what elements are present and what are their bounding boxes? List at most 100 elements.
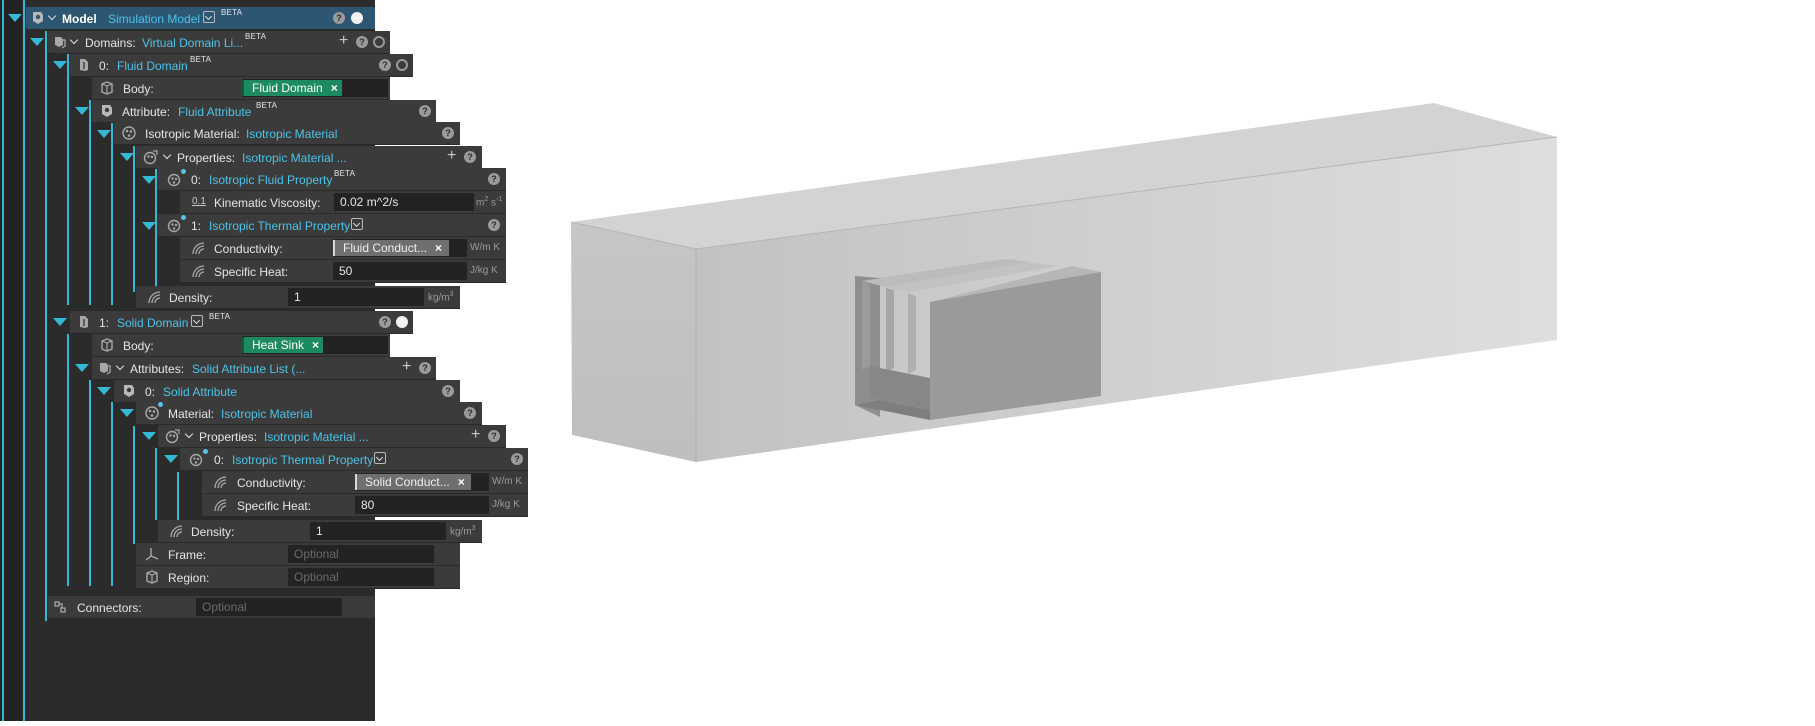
isotropic-material-link[interactable]: Isotropic Material (221, 407, 312, 421)
add-property-icon[interactable]: + (471, 426, 480, 444)
domains-row[interactable]: Domains: Virtual Domain Li... BETA + ? (48, 31, 390, 54)
body-chip[interactable]: Fluid Domain × (242, 80, 342, 96)
collapse-triangle-icon[interactable] (75, 364, 89, 372)
add-domain-icon[interactable]: + (339, 32, 348, 50)
tree-guide-line (2, 0, 4, 721)
solid-attribute-list-link[interactable]: Solid Attribute List (... (192, 362, 305, 376)
conductivity-selector[interactable]: Solid Conduct... × (355, 473, 489, 491)
properties-link[interactable]: Isotropic Material ... (264, 430, 369, 444)
properties-link[interactable]: Isotropic Material ... (242, 151, 347, 165)
model-row[interactable]: Model Simulation Model BETA ? (26, 7, 375, 30)
solid-thermal-property-row[interactable]: 0: Isotropic Thermal Property ? (180, 448, 528, 471)
collapse-triangle-icon[interactable] (97, 387, 111, 395)
isotropic-thermal-property-link[interactable]: Isotropic Thermal Property (209, 219, 350, 233)
isotropic-fluid-property-link[interactable]: Isotropic Fluid Property (209, 173, 332, 187)
density-input[interactable]: 1 (288, 288, 424, 306)
collapse-triangle-icon[interactable] (164, 455, 178, 463)
expand-chevron-icon[interactable] (115, 361, 125, 371)
conductivity-chip[interactable]: Solid Conduct... × (355, 474, 471, 490)
fluid-material-row[interactable]: Isotropic Material: Isotropic Material ? (114, 122, 460, 145)
solid-attribute-link[interactable]: Solid Attribute (163, 385, 237, 399)
frame-input[interactable]: Optional (288, 545, 434, 563)
help-icon[interactable]: ? (464, 151, 476, 163)
help-icon[interactable]: ? (511, 453, 523, 465)
collapse-triangle-icon[interactable] (53, 61, 67, 69)
solid-attributes-row[interactable]: Attributes: Solid Attribute List (... + … (92, 357, 436, 380)
simulation-model-link[interactable]: Simulation Model (108, 12, 200, 26)
heat-sink-fin (862, 282, 870, 370)
collapse-triangle-icon[interactable] (120, 153, 134, 161)
fluid-property-row[interactable]: 0: Isotropic Fluid Property BETA ? (158, 168, 506, 191)
expand-chevron-icon[interactable] (69, 35, 79, 45)
expand-chevron-icon[interactable] (47, 11, 57, 21)
collapse-triangle-icon[interactable] (53, 318, 67, 326)
remove-chip-icon[interactable]: × (458, 475, 465, 489)
collapse-triangle-icon[interactable] (120, 409, 134, 417)
conductivity-selector[interactable]: Fluid Conduct... × (333, 239, 467, 257)
solid-material-row[interactable]: Material: Isotropic Material ? (136, 402, 482, 425)
specific-heat-input[interactable]: 80 (355, 496, 489, 514)
help-icon[interactable]: ? (488, 430, 500, 442)
inactive-ring-icon[interactable] (396, 59, 408, 71)
expand-chevron-icon[interactable] (184, 429, 194, 439)
help-icon[interactable]: ? (419, 105, 431, 117)
solid-attribute-row[interactable]: 0: Solid Attribute ? (114, 380, 460, 403)
model-dropdown-icon[interactable] (203, 11, 215, 23)
thermal-property-dropdown-icon[interactable] (374, 452, 386, 464)
collapse-triangle-icon[interactable] (75, 107, 89, 115)
remove-chip-icon[interactable]: × (331, 81, 338, 95)
add-property-icon[interactable]: + (447, 147, 456, 165)
remove-chip-icon[interactable]: × (312, 338, 319, 352)
help-icon[interactable]: ? (488, 173, 500, 185)
collapse-triangle-icon[interactable] (97, 130, 111, 138)
body-selector[interactable]: Heat Sink × (242, 336, 388, 354)
help-icon[interactable]: ? (442, 385, 454, 397)
help-icon[interactable]: ? (419, 362, 431, 374)
virtual-domain-list-link[interactable]: Virtual Domain Li... (142, 36, 243, 50)
active-dot-icon[interactable] (351, 12, 363, 24)
help-icon[interactable]: ? (379, 59, 391, 71)
fluid-domain-row[interactable]: 0: Fluid Domain BETA ? (70, 54, 413, 77)
body-selector[interactable]: Fluid Domain × (242, 79, 388, 97)
fluid-domain-link[interactable]: Fluid Domain (117, 59, 188, 73)
collapse-triangle-icon[interactable] (142, 432, 156, 440)
region-input[interactable]: Optional (288, 568, 434, 586)
solid-properties-row[interactable]: Properties: Isotropic Material ... + ? (158, 425, 506, 448)
region-icon (144, 569, 160, 585)
help-icon[interactable]: ? (442, 127, 454, 139)
remove-chip-icon[interactable]: × (435, 241, 442, 255)
thermal-property-dropdown-icon[interactable] (351, 218, 363, 230)
conductivity-chip[interactable]: Fluid Conduct... × (333, 240, 449, 256)
fluid-attribute-link[interactable]: Fluid Attribute (178, 105, 251, 119)
collapse-triangle-icon[interactable] (8, 14, 22, 22)
specific-heat-value: 80 (361, 498, 375, 512)
fluid-attribute-row[interactable]: Attribute: Fluid Attribute BETA ? (92, 100, 436, 123)
3d-viewport[interactable] (540, 0, 1815, 721)
help-icon[interactable]: ? (333, 12, 345, 24)
solid-attribute-index: 0: (145, 385, 156, 399)
help-icon[interactable]: ? (356, 36, 368, 48)
inactive-ring-icon[interactable] (373, 36, 385, 48)
fluid-thermal-property-row[interactable]: 1: Isotropic Thermal Property ? (158, 214, 506, 237)
density-input[interactable]: 1 (310, 522, 446, 540)
active-dot-icon[interactable] (396, 316, 408, 328)
kinematic-viscosity-input[interactable]: 0.02 m^2/s (334, 193, 474, 211)
collapse-triangle-icon[interactable] (142, 222, 156, 230)
solid-domain-dropdown-icon[interactable] (191, 315, 203, 327)
solid-domain-row[interactable]: 1: Solid Domain BETA ? (70, 311, 413, 334)
3d-model-render[interactable] (540, 0, 1815, 721)
add-attribute-icon[interactable]: + (402, 358, 411, 376)
solid-domain-link[interactable]: Solid Domain (117, 316, 188, 330)
collapse-triangle-icon[interactable] (30, 38, 44, 46)
help-icon[interactable]: ? (488, 219, 500, 231)
help-icon[interactable]: ? (379, 316, 391, 328)
help-icon[interactable]: ? (464, 407, 476, 419)
fluid-properties-row[interactable]: Properties: Isotropic Material ... + ? (136, 146, 482, 169)
specific-heat-input[interactable]: 50 (333, 262, 467, 280)
body-chip[interactable]: Heat Sink × (242, 337, 324, 353)
isotropic-material-link[interactable]: Isotropic Material (246, 127, 337, 141)
isotropic-thermal-property-link[interactable]: Isotropic Thermal Property (232, 453, 373, 467)
collapse-triangle-icon[interactable] (142, 176, 156, 184)
expand-chevron-icon[interactable] (162, 150, 172, 160)
connectors-input[interactable]: Optional (196, 598, 342, 616)
